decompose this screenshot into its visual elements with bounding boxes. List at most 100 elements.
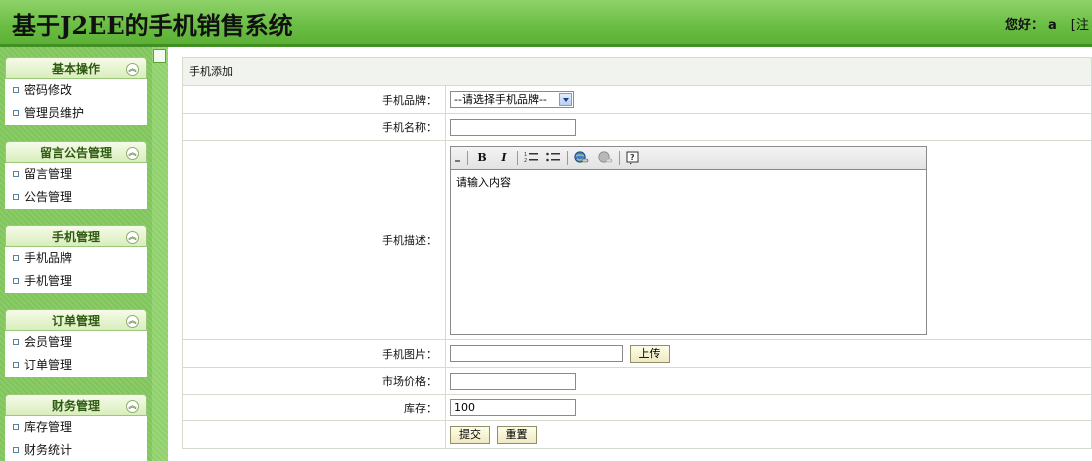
phone-name-input[interactable] [450, 118, 576, 136]
sidebar-item-finance-stats[interactable]: 财务统计 [5, 439, 147, 461]
sidebar-section-title: 财务管理 [51, 399, 100, 413]
bold-button[interactable]: B [475, 151, 489, 165]
sidebar-item-messages[interactable]: 留言管理 [5, 163, 147, 186]
sidebar-section-header[interactable]: 手机管理 ︽ [5, 225, 147, 247]
sidebar-section-title: 订单管理 [51, 314, 100, 328]
sidebar-item-label: 留言管理 [24, 167, 73, 181]
sidebar-item-label: 公告管理 [24, 190, 73, 204]
sidebar-section-body: 密码修改 管理员维护 [5, 79, 147, 125]
bullet-icon [13, 277, 19, 284]
sidebar-section-basic: 基本操作 ︽ 密码修改 管理员维护 [5, 57, 147, 125]
sidebar-item-members[interactable]: 会员管理 [5, 331, 147, 354]
sidebar-item-brands[interactable]: 手机品牌 [5, 247, 147, 270]
collapse-icon[interactable]: ︽ [126, 147, 139, 160]
sidebar-item-orders[interactable]: 订单管理 [5, 354, 147, 377]
sidebar-section-header[interactable]: 财务管理 ︽ [5, 394, 147, 416]
sidebar-section-title: 手机管理 [51, 230, 100, 244]
sidebar-item-label: 订单管理 [24, 358, 73, 372]
unordered-list-icon[interactable] [545, 151, 561, 165]
bullet-icon [13, 423, 19, 430]
price-cell [445, 367, 1092, 395]
greeting-label: 您好： [1005, 18, 1045, 33]
collapse-icon[interactable]: ︽ [126, 231, 139, 244]
sidebar-item-phones[interactable]: 手机管理 [5, 270, 147, 293]
bullet-icon [13, 361, 19, 368]
sidebar-item-label: 手机品牌 [24, 251, 73, 265]
italic-button[interactable]: I [497, 151, 511, 165]
svg-text:?: ? [630, 153, 635, 162]
bullet-icon [13, 193, 19, 200]
user-greeting: 您好： a [注 [1005, 14, 1089, 33]
phone-add-form: 手机品牌： --请选择手机品牌-- 手机名称： 手机描述： B I 1 2 ? … [182, 85, 1092, 449]
price-label: 市场价格： [182, 367, 446, 395]
bullet-icon [13, 86, 19, 93]
username: a [1048, 18, 1057, 33]
rich-text-editor: B I 12 ? 请输入内容 [450, 145, 927, 335]
sidebar-section-body: 留言管理 公告管理 [5, 163, 147, 209]
toolbar-separator [517, 150, 518, 165]
unlink-icon[interactable] [597, 150, 613, 165]
link-icon[interactable] [573, 150, 589, 165]
phone-image-input[interactable] [450, 345, 623, 362]
sidebar-toggle-button[interactable] [153, 49, 166, 63]
reset-button[interactable]: 重置 [496, 425, 537, 444]
sidebar-item-label: 财务统计 [24, 443, 73, 457]
sidebar-section-messages: 留言公告管理 ︽ 留言管理 公告管理 [5, 141, 147, 209]
sidebar-item-inventory[interactable]: 库存管理 [5, 416, 147, 439]
form-row-image: 手机图片： 上传 [182, 339, 1092, 368]
sidebar-splitter[interactable] [152, 47, 168, 461]
description-label: 手机描述： [182, 140, 446, 340]
sidebar-section-body: 库存管理 财务统计 [5, 416, 147, 461]
help-icon[interactable]: ? [625, 151, 641, 165]
sidebar-section-title: 留言公告管理 [39, 146, 112, 160]
image-label: 手机图片： [182, 339, 446, 368]
sidebar-section-header[interactable]: 基本操作 ︽ [5, 57, 147, 79]
sidebar-item-label: 库存管理 [24, 420, 73, 434]
bullet-icon [13, 446, 19, 453]
toolbar-separator [619, 150, 620, 165]
stock-cell: 100 [445, 394, 1092, 421]
image-cell: 上传 [445, 339, 1092, 368]
actions-label-cell [182, 420, 446, 449]
sidebar-section-phones: 手机管理 ︽ 手机品牌 手机管理 [5, 225, 147, 293]
toolbar-separator [467, 150, 468, 165]
brand-select[interactable]: --请选择手机品牌-- [450, 91, 574, 108]
form-row-price: 市场价格： [182, 367, 1092, 395]
upload-button[interactable]: 上传 [629, 344, 670, 363]
svg-text:2: 2 [524, 158, 527, 163]
stock-input[interactable]: 100 [450, 399, 576, 416]
market-price-input[interactable] [450, 372, 576, 390]
sidebar-section-title: 基本操作 [51, 62, 100, 76]
bullet-icon [13, 338, 19, 345]
bullet-icon [13, 170, 19, 177]
submit-button[interactable]: 提交 [450, 425, 490, 444]
collapse-icon[interactable]: ︽ [126, 315, 139, 328]
form-row-stock: 库存： 100 [182, 394, 1092, 421]
sidebar-item-password[interactable]: 密码修改 [5, 79, 147, 102]
app-title: 基于J2EE的手机销售系统 [12, 11, 293, 40]
sidebar-item-admin[interactable]: 管理员维护 [5, 102, 147, 125]
sidebar-section-body: 会员管理 订单管理 [5, 331, 147, 377]
brand-select-value: --请选择手机品牌-- [454, 93, 547, 106]
chevron-down-icon[interactable] [559, 93, 572, 106]
editor-content[interactable]: 请输入内容 [451, 170, 926, 194]
sidebar-section-header[interactable]: 订单管理 ︽ [5, 309, 147, 331]
sidebar-section-orders: 订单管理 ︽ 会员管理 订单管理 [5, 309, 147, 377]
collapse-icon[interactable]: ︽ [126, 400, 139, 413]
stock-label: 库存： [182, 394, 446, 421]
form-row-name: 手机名称： [182, 113, 1092, 141]
logout-link[interactable]: [注 [1071, 18, 1089, 33]
actions-cell: 提交 重置 [445, 420, 1092, 449]
sidebar-item-label: 密码修改 [24, 83, 73, 97]
toolbar-grip-icon [455, 159, 460, 162]
collapse-icon[interactable]: ︽ [126, 63, 139, 76]
editor-toolbar: B I 12 ? [451, 146, 926, 170]
bullet-icon [13, 254, 19, 261]
ordered-list-icon[interactable]: 12 [523, 151, 539, 165]
description-cell: B I 12 ? 请输入内容 [445, 140, 1092, 340]
sidebar-item-notices[interactable]: 公告管理 [5, 186, 147, 209]
bullet-icon [13, 109, 19, 116]
sidebar-section-header[interactable]: 留言公告管理 ︽ [5, 141, 147, 163]
sidebar-section-body: 手机品牌 手机管理 [5, 247, 147, 293]
sidebar-item-label: 手机管理 [24, 274, 73, 288]
